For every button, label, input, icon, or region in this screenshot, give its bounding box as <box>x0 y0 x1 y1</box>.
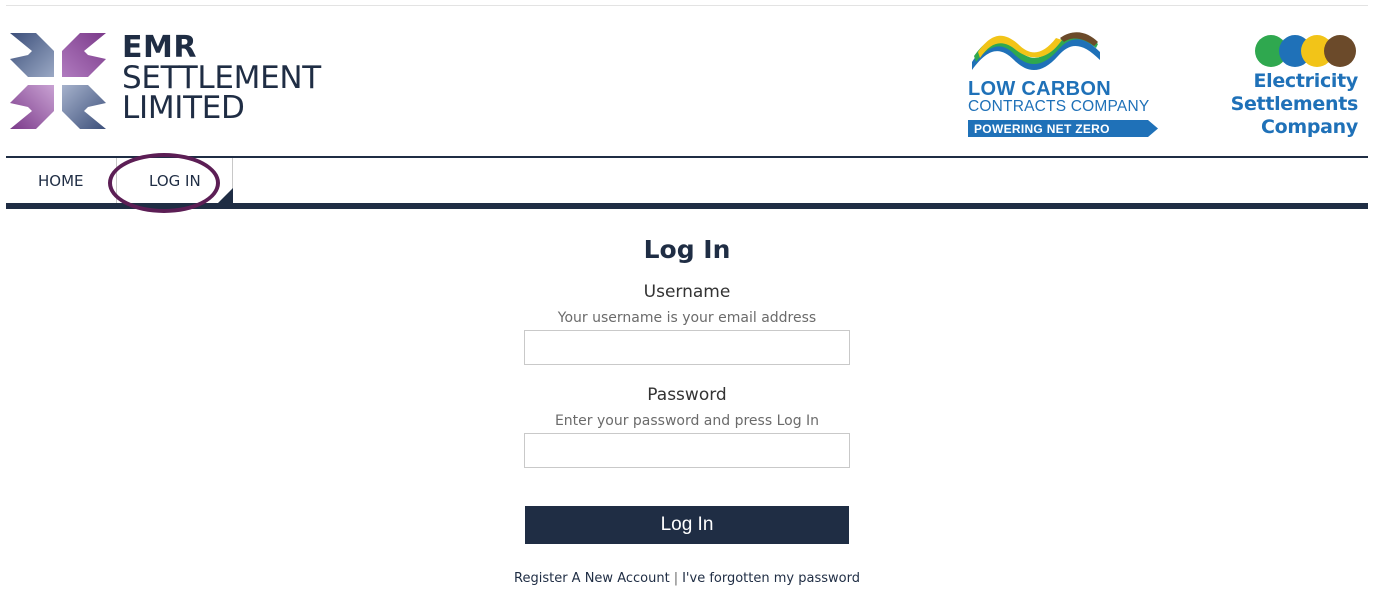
esc-wordmark-line3: Company <box>1260 116 1358 138</box>
main-nav: HOME LOG IN <box>6 158 1368 203</box>
nav-bottom-border <box>6 203 1368 209</box>
esc-logo: Electricity Settlements Company <box>1216 34 1362 142</box>
esc-wordmark-line1: Electricity <box>1253 70 1358 92</box>
emr-settlement-logo: EMR SETTLEMENT LIMITED <box>10 33 330 131</box>
nav-item-home[interactable]: HOME <box>38 158 84 203</box>
forgot-password-link[interactable]: I've forgotten my password <box>682 571 860 586</box>
username-label: Username <box>643 282 731 302</box>
emr-wordmark-line3: LIMITED <box>122 90 245 126</box>
account-links: Register A New Account | I've forgotten my… <box>420 571 954 586</box>
register-link[interactable]: Register A New Account <box>514 571 670 586</box>
emr-wordmark-line1: EMR <box>122 30 197 65</box>
lccc-logo: LOW CARBON CONTRACTS COMPANY POWERING NE… <box>968 30 1164 140</box>
emr-wordmark-line2: SETTLEMENT <box>122 60 321 96</box>
esc-wordmark-line2: Settlements <box>1230 93 1359 115</box>
link-separator: | <box>673 571 679 586</box>
page-title: Log In <box>643 235 731 264</box>
top-divider <box>6 5 1368 6</box>
lccc-tagline: POWERING NET ZERO <box>974 122 1110 136</box>
esc-wordmark: Electricity Settlements Company <box>1230 70 1359 139</box>
password-label: Password <box>647 385 727 405</box>
username-hint: Your username is your email address <box>557 310 817 326</box>
emr-wordmark: EMR SETTLEMENT LIMITED <box>122 30 321 126</box>
username-input[interactable] <box>524 330 850 365</box>
emr-four-arrows-logo-icon <box>10 33 106 129</box>
lccc-name-line2: CONTRACTS COMPANY <box>968 98 1150 115</box>
nav-item-login[interactable]: LOG IN <box>149 158 201 203</box>
lccc-waves-logo-icon <box>972 32 1100 71</box>
nav-active-tab-corner <box>218 188 233 203</box>
password-input[interactable] <box>524 433 850 468</box>
password-hint: Enter your password and press Log In <box>554 413 820 429</box>
login-button[interactable]: Log In <box>525 506 849 544</box>
esc-four-circles-logo-icon <box>1255 35 1356 67</box>
